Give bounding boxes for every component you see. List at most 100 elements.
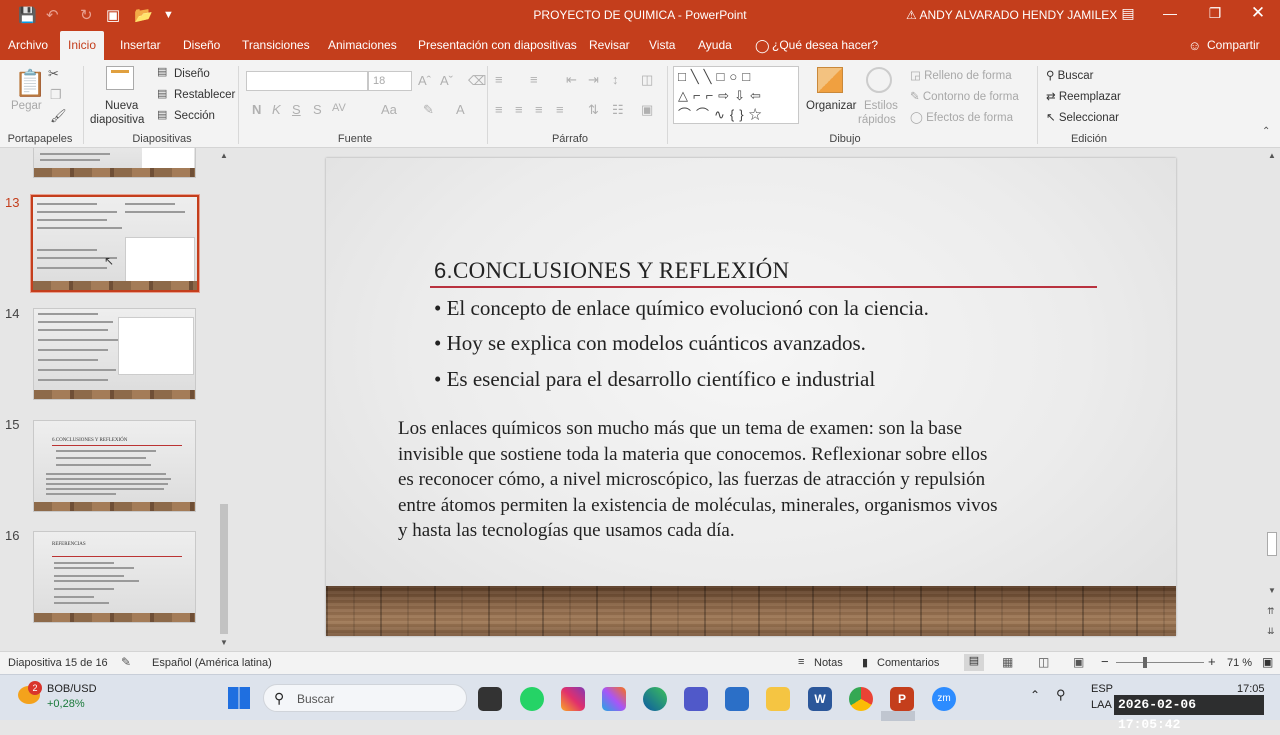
paste-icon[interactable]: 📋 xyxy=(14,68,46,99)
zoom-app-icon[interactable]: zm xyxy=(932,687,956,711)
teams-icon[interactable] xyxy=(684,687,708,711)
slide-title[interactable]: 6.CONCLUSIONES Y REFLEXIÓN xyxy=(434,258,789,284)
bullet-item[interactable]: • Es esencial para el desarrollo científ… xyxy=(434,367,875,392)
align-text-icon[interactable]: ☷ xyxy=(612,102,624,118)
align-center-icon[interactable]: ≡ xyxy=(515,102,523,117)
scroll-up-icon[interactable]: ▲ xyxy=(220,151,228,160)
quick-styles-icon[interactable] xyxy=(866,67,892,93)
whatsapp-icon[interactable] xyxy=(520,687,544,711)
font-name-input[interactable] xyxy=(246,71,368,91)
zoom-in-icon[interactable]: + xyxy=(1208,654,1216,669)
network-icon[interactable]: ⚲ xyxy=(1056,687,1066,703)
chrome-icon[interactable] xyxy=(849,687,873,711)
tab-ayuda[interactable]: Ayuda xyxy=(690,31,740,60)
arrange-button[interactable]: Organizar xyxy=(806,100,857,112)
bold-button[interactable]: N xyxy=(252,102,261,117)
grow-font-icon[interactable]: Aˆ xyxy=(418,73,431,88)
close-icon[interactable]: ✕ xyxy=(1243,3,1273,23)
minimize-icon[interactable]: — xyxy=(1155,5,1185,21)
file-explorer-icon[interactable] xyxy=(766,687,790,711)
edge-icon[interactable] xyxy=(643,687,667,711)
slide-thumbnail-14[interactable] xyxy=(33,308,196,400)
new-slide-icon[interactable] xyxy=(106,66,134,90)
reflection-paragraph[interactable]: Los enlaces químicos son mucho más que u… xyxy=(398,416,1088,544)
normal-view-icon[interactable]: ▤ xyxy=(964,654,984,671)
store-icon[interactable] xyxy=(725,687,749,711)
bullet-item[interactable]: • Hoy se explica con modelos cuánticos a… xyxy=(434,331,866,356)
notes-button[interactable]: Notas xyxy=(814,657,843,669)
scrollbar-thumb[interactable] xyxy=(1267,532,1277,556)
slideshow-icon[interactable]: ▣ xyxy=(1073,655,1084,669)
align-left-icon[interactable]: ≡ xyxy=(495,102,503,117)
current-slide[interactable]: 6.CONCLUSIONES Y REFLEXIÓN • El concepto… xyxy=(326,158,1176,636)
select-button[interactable]: ↖ Seleccionar xyxy=(1046,110,1119,124)
ticker-name[interactable]: BOB/USD xyxy=(47,683,97,695)
instagram-icon[interactable] xyxy=(561,687,585,711)
copilot-icon[interactable] xyxy=(602,687,626,711)
new-slide-label-2[interactable]: diapositiva xyxy=(90,114,144,126)
justify-icon[interactable]: ≡ xyxy=(556,102,564,117)
layout-button[interactable]: Diseño xyxy=(174,68,210,80)
tell-me-search[interactable]: ¿Qué desea hacer? xyxy=(764,31,886,60)
bullet-item[interactable]: • El concepto de enlace químico evolucio… xyxy=(434,296,929,321)
change-case-button[interactable]: Aa xyxy=(381,102,397,117)
font-size-input[interactable]: 18 xyxy=(368,71,412,91)
word-icon[interactable]: W xyxy=(808,687,832,711)
format-painter-icon[interactable]: 🖌 xyxy=(50,108,67,124)
zoom-out-icon[interactable]: − xyxy=(1101,654,1109,669)
user-name[interactable]: ⚠ ANDY ALVARADO HENDY JAMILEX xyxy=(906,8,1117,22)
language-code[interactable]: ESP xyxy=(1091,683,1113,695)
windows-start-icon[interactable] xyxy=(228,687,250,709)
scrollbar-thumb[interactable] xyxy=(220,504,228,634)
slide-counter[interactable]: Diapositiva 15 de 16 xyxy=(8,657,108,669)
task-view-icon[interactable] xyxy=(478,687,502,711)
section-button[interactable]: Sección xyxy=(174,110,215,122)
copy-icon[interactable]: ❐ xyxy=(50,87,62,103)
tab-diseno[interactable]: Diseño xyxy=(175,31,228,60)
replace-button[interactable]: ⇄ Reemplazar xyxy=(1046,89,1121,103)
share-button[interactable]: Compartir xyxy=(1199,31,1268,60)
scroll-down-icon[interactable]: ▼ xyxy=(1268,586,1276,595)
columns-icon[interactable]: ◫ xyxy=(641,72,653,88)
tab-archivo[interactable]: Archivo xyxy=(0,31,56,60)
next-slide-icon[interactable]: ⇊ xyxy=(1267,626,1275,637)
zoom-slider-thumb[interactable] xyxy=(1143,657,1147,668)
tab-transiciones[interactable]: Transiciones xyxy=(234,31,318,60)
collapse-ribbon-icon[interactable]: ⌃ xyxy=(1262,126,1270,137)
align-right-icon[interactable]: ≡ xyxy=(535,102,543,117)
new-slide-label-1[interactable]: Nueva xyxy=(105,100,138,112)
language-indicator[interactable]: Español (América latina) xyxy=(152,657,272,669)
text-direction-icon[interactable]: ⇅ xyxy=(588,102,599,118)
shapes-gallery[interactable]: □╲╲□○□ △⌐⌐⇨⇩⇦ ⌒⌒∿{}☆ xyxy=(673,66,799,124)
clock-time[interactable]: 17:05 xyxy=(1237,683,1265,695)
powerpoint-icon[interactable]: P xyxy=(890,687,914,711)
shape-fill-button[interactable]: ◲ Relleno de forma xyxy=(910,68,1012,82)
thumbnail-scrollbar[interactable]: ▲ ▼ xyxy=(216,148,232,651)
tab-animaciones[interactable]: Animaciones xyxy=(320,31,405,60)
tab-presentacion[interactable]: Presentación con diapositivas xyxy=(410,31,585,60)
reading-view-icon[interactable]: ◫ xyxy=(1038,655,1049,669)
bullets-icon[interactable]: ≡ xyxy=(495,72,503,87)
arrange-icon[interactable] xyxy=(817,67,843,93)
tray-overflow-icon[interactable]: ⌃ xyxy=(1030,688,1040,702)
slide-thumbnail-16[interactable]: REFERENCIAS xyxy=(33,531,196,623)
paste-button[interactable]: Pegar xyxy=(11,100,42,112)
fit-to-window-icon[interactable]: ▣ xyxy=(1262,655,1273,669)
spellcheck-icon[interactable]: ✎ xyxy=(121,655,131,669)
tab-revisar[interactable]: Revisar xyxy=(581,31,638,60)
quick-styles-label-1[interactable]: Estilos xyxy=(864,100,898,112)
line-spacing-icon[interactable]: ↕ xyxy=(612,72,619,87)
char-spacing-button[interactable]: AV xyxy=(332,102,346,114)
highlight-icon[interactable]: ✎ xyxy=(423,102,434,118)
underline-button[interactable]: S xyxy=(292,102,301,117)
taskbar-search-box[interactable]: ⚲ Buscar xyxy=(263,684,467,712)
previous-slide-icon[interactable]: ⇈ xyxy=(1267,606,1275,617)
smartart-icon[interactable]: ▣ xyxy=(641,102,653,118)
canvas-scrollbar[interactable]: ▲ ▼ ⇈ ⇊ xyxy=(1264,148,1280,651)
keyboard-layout[interactable]: LAA xyxy=(1091,699,1112,711)
scroll-up-icon[interactable]: ▲ xyxy=(1268,151,1276,160)
slide-sorter-icon[interactable]: ▦ xyxy=(1002,655,1013,669)
font-color-icon[interactable]: A xyxy=(456,102,465,117)
cut-icon[interactable]: ✂ xyxy=(48,66,59,82)
decrease-indent-icon[interactable]: ⇤ xyxy=(566,72,577,88)
